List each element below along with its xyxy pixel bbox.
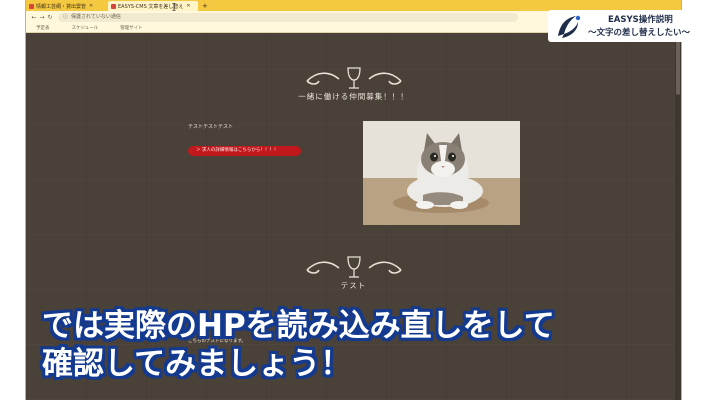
section-title: 一緒に働ける仲間募集！！！ bbox=[298, 92, 409, 101]
tab-active[interactable]: EASYS-CMS 文章を差し替え ✕ bbox=[108, 1, 198, 11]
wine-glass-ornament-icon bbox=[306, 256, 402, 278]
brand-logo-icon bbox=[558, 15, 581, 38]
favicon-icon bbox=[29, 3, 34, 9]
logo-title: EASYS操作説明 bbox=[608, 15, 673, 25]
tab-label: 情報工芸網・貸出雲管 bbox=[36, 3, 87, 10]
cat-photo bbox=[363, 121, 520, 225]
new-tab-button[interactable]: + bbox=[198, 1, 212, 11]
channel-logo-banner: EASYS操作説明 〜文字の差し替えしたい〜 bbox=[548, 10, 710, 42]
wine-glass-ornament-icon bbox=[306, 67, 402, 89]
address-bar[interactable]: ⓘ 保護されていない通信 bbox=[58, 13, 518, 22]
bookmark-item[interactable]: 予定表 bbox=[36, 25, 50, 31]
favicon-icon bbox=[111, 3, 116, 9]
close-icon[interactable]: ✕ bbox=[89, 3, 93, 9]
warning-icon: ⓘ bbox=[63, 14, 69, 20]
bookmark-item[interactable]: スケジュール bbox=[72, 25, 99, 31]
apply-details-button[interactable]: ＞ 求人の詳細情報はこちらから！！！！ bbox=[188, 146, 301, 156]
section-title: テスト bbox=[340, 281, 367, 290]
caption-line-2: 確認してみましょう！ bbox=[42, 346, 352, 382]
forward-arrow-icon[interactable]: → bbox=[38, 14, 46, 21]
tab-first[interactable]: 情報工芸網・貸出雲管 ✕ bbox=[26, 1, 108, 11]
close-icon[interactable]: ✕ bbox=[186, 3, 190, 9]
bookmark-item[interactable]: 管理サイト bbox=[120, 25, 143, 31]
section-text: テストテストテスト bbox=[188, 124, 234, 130]
logo-subtitle: 〜文字の差し替えしたい〜 bbox=[588, 28, 691, 38]
video-frame: 情報工芸網・貸出雲管 ✕ EASYS-CMS 文章を差し替え ✕ + ← → ↻… bbox=[0, 0, 710, 400]
scrollbar-thumb[interactable] bbox=[676, 35, 680, 95]
text-cursor-icon bbox=[172, 3, 176, 11]
reload-icon[interactable]: ↻ bbox=[46, 14, 54, 21]
video-margin bbox=[683, 0, 710, 400]
address-text: 保護されていない通信 bbox=[71, 14, 121, 20]
back-arrow-icon[interactable]: ← bbox=[30, 14, 38, 21]
page-scrollbar[interactable] bbox=[675, 33, 681, 400]
